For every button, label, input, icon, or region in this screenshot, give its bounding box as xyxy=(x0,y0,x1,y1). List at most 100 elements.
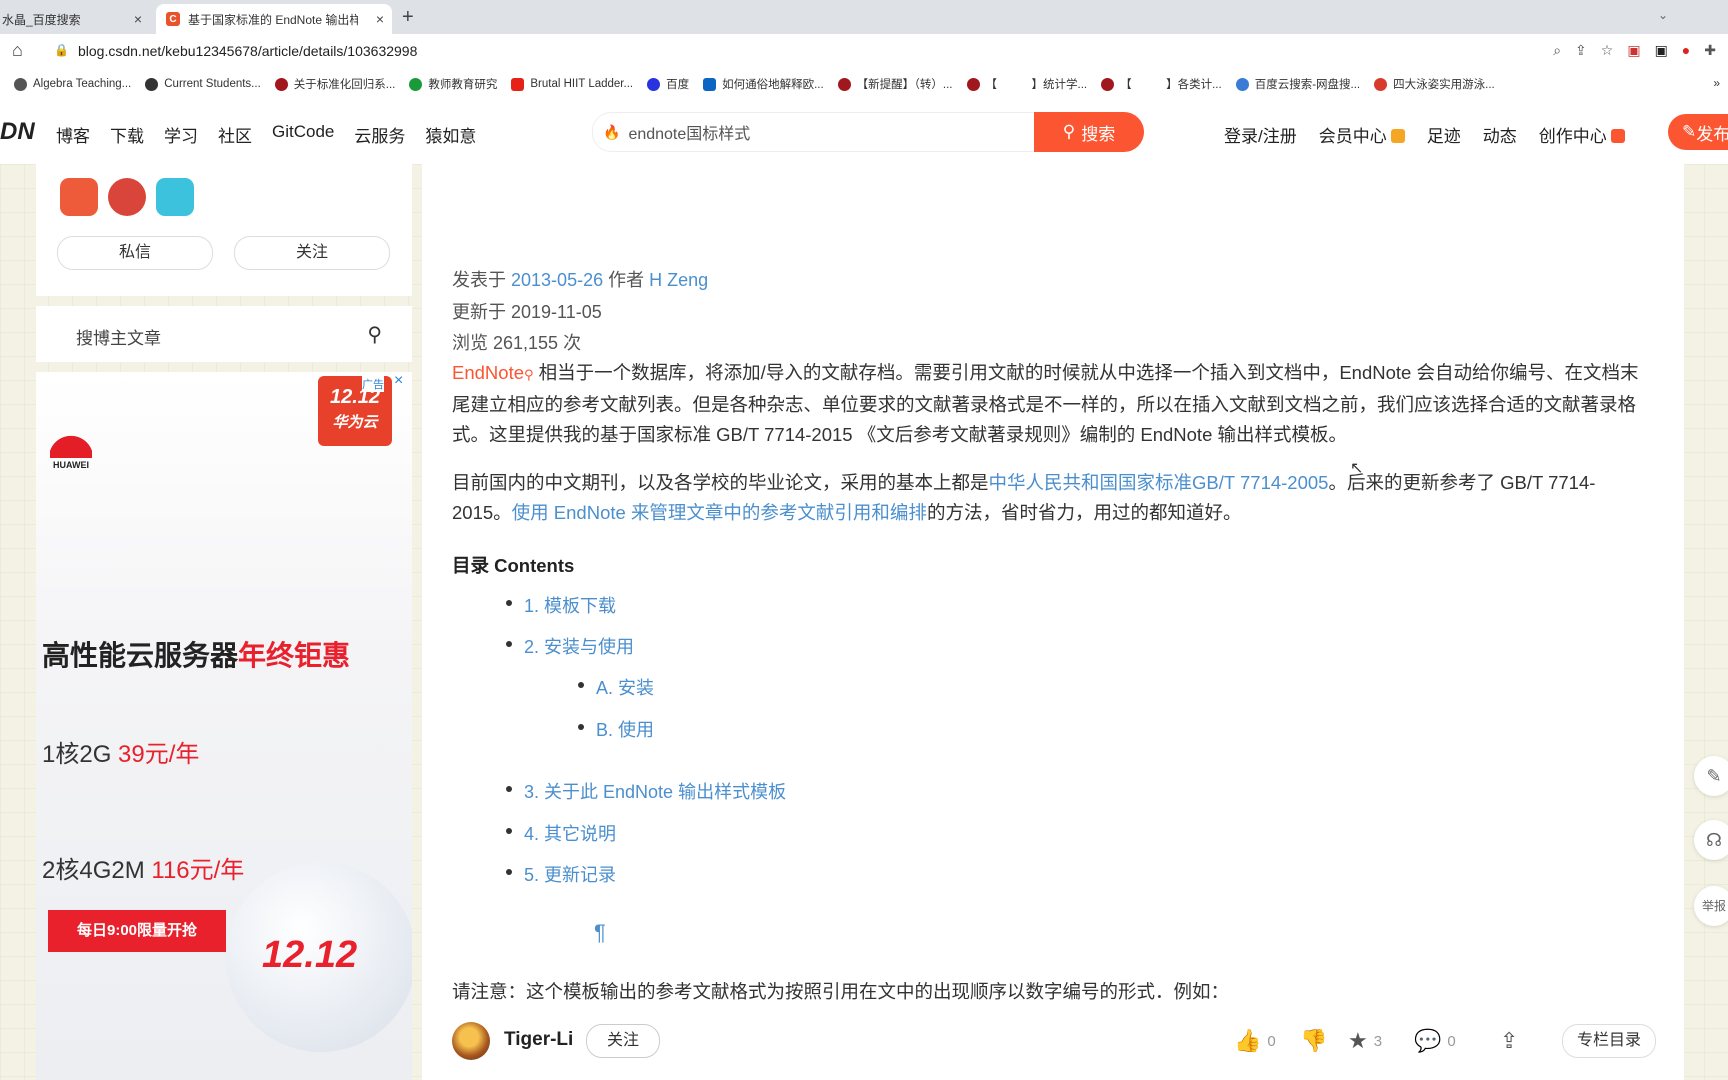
bookmark-item[interactable]: Current Students... xyxy=(145,77,261,91)
ad-cta-button[interactable]: 每日9:00限量开抢 xyxy=(48,910,226,952)
toc-item[interactable]: 2. 安装与使用 xyxy=(505,633,634,659)
nav-item-download[interactable]: 下载 xyxy=(110,122,144,166)
article-content xyxy=(422,164,1684,1080)
anchor-link[interactable]: ¶ xyxy=(594,920,606,946)
toc-item[interactable]: 1. 模板下载 xyxy=(505,592,616,618)
lock-icon[interactable]: 🔒 xyxy=(54,43,69,57)
nav-item-yuanruyi[interactable]: 猿如意 xyxy=(425,122,476,166)
gbt-2005-link[interactable]: 中华人民共和国国家标准GB/T 7714-2005 xyxy=(989,472,1329,493)
bookmark-item[interactable]: 如何通俗地解释欧... xyxy=(703,76,824,92)
more-bookmarks-button[interactable]: » xyxy=(1713,76,1720,90)
share-icon: ⇪ xyxy=(1500,1028,1519,1053)
nav-item-learn[interactable]: 学习 xyxy=(164,122,198,166)
bookmark-icon xyxy=(1374,77,1388,91)
star-icon: ★ xyxy=(1348,1028,1368,1053)
extension-icon[interactable]: ▣ xyxy=(1655,42,1668,59)
bookmark-item[interactable]: 教师教育研究 xyxy=(409,76,497,92)
message-button[interactable]: 私信 xyxy=(57,236,213,270)
background-paragraph: 目前国内的中文期刊，以及各学校的毕业论文，采用的基本上都是中华人民共和国国家标准… xyxy=(452,472,1596,523)
mouse-cursor: ↖ xyxy=(1350,460,1364,477)
author-name[interactable]: Tiger-Li xyxy=(504,1029,573,1051)
comment-icon: 💬 xyxy=(1414,1028,1442,1053)
publish-info: 发表于 2013-05-26 作者 H Zeng xyxy=(452,270,709,290)
nav-item-blog[interactable]: 博客 xyxy=(56,122,90,166)
author-link[interactable]: H Zeng xyxy=(649,270,708,290)
bookmark-item[interactable]: 百度 xyxy=(647,76,689,92)
home-icon[interactable]: ⌂ xyxy=(12,40,23,61)
bookmark-item[interactable]: 百度云搜索-网盘搜... xyxy=(1235,76,1360,92)
bookmark-item[interactable]: 【 】统计学... xyxy=(966,76,1087,92)
nav-item-cloud[interactable]: 云服务 xyxy=(354,122,405,166)
bookmark-item[interactable]: 【 】各类计... xyxy=(1101,76,1222,92)
bookmark-icon xyxy=(837,77,851,91)
follow-button[interactable]: 关注 xyxy=(234,236,390,270)
chevron-down-icon[interactable]: ⌄ xyxy=(1658,8,1668,22)
login-link[interactable]: 登录/注册 xyxy=(1224,122,1297,147)
vip-center-link[interactable]: 会员中心 xyxy=(1319,122,1405,147)
bookmark-icon xyxy=(274,77,288,91)
tab-endnote-article[interactable]: C 基于国家标准的 EndNote 输出样式 × xyxy=(156,4,392,34)
close-icon[interactable]: × xyxy=(134,11,142,27)
search-query: endnote国标样式 xyxy=(628,126,751,143)
tab-title: 水晶_百度搜索 xyxy=(2,12,81,27)
extension-icon[interactable]: ▣ xyxy=(1627,42,1640,59)
blogger-search[interactable]: 搜博主文章 ⚲ xyxy=(36,306,412,362)
bookmark-item[interactable]: 关于标准化回归系... xyxy=(274,76,395,92)
tab-baidu-search[interactable]: 水晶_百度搜索 × xyxy=(0,4,150,34)
ad-offer: 2核4G2M 116元/年 xyxy=(42,857,245,884)
search-input[interactable]: 🔥 endnote国标样式 xyxy=(592,112,1036,152)
gift-icon xyxy=(1390,129,1405,143)
ad-offer: 1核2G 39元/年 xyxy=(42,741,200,768)
publish-button[interactable]: ✎ 发布 xyxy=(1668,114,1728,150)
column-toc-button[interactable]: 专栏目录 xyxy=(1562,1024,1656,1058)
csdn-logo[interactable]: DN xyxy=(0,118,35,146)
new-tab-button[interactable]: + xyxy=(402,6,414,29)
dislike-button[interactable]: 👎 xyxy=(1300,1028,1327,1054)
bookmark-item[interactable]: Brutal HIIT Ladder... xyxy=(511,77,633,91)
favorite-button[interactable]: ★ 3 xyxy=(1348,1028,1382,1054)
ad-headline: 高性能云服务器年终钜惠 xyxy=(42,640,351,671)
bookmark-item[interactable]: Algebra Teaching... xyxy=(14,77,131,91)
endnote-usage-link[interactable]: 使用 EndNote 来管理文章中的参考文献引用和编排 xyxy=(512,502,927,523)
comment-button[interactable]: 💬 0 xyxy=(1414,1028,1456,1054)
headset-icon[interactable]: ☊ xyxy=(1694,820,1728,860)
thumbs-up-icon: 👍 xyxy=(1234,1028,1262,1053)
toc-heading: 目录 Contents xyxy=(452,555,575,576)
toc-item[interactable]: 3. 关于此 EndNote 输出样式模板 xyxy=(505,778,786,804)
thumbs-down-icon: 👎 xyxy=(1300,1028,1328,1053)
report-button[interactable]: 举报 xyxy=(1694,886,1728,926)
creation-center-link[interactable]: 创作中心 xyxy=(1539,122,1625,147)
close-icon[interactable]: × xyxy=(376,11,384,27)
edit-icon[interactable]: ✎ xyxy=(1694,756,1728,796)
share-icon[interactable]: ⇪ xyxy=(1575,42,1587,59)
record-icon[interactable]: ● xyxy=(1682,42,1690,59)
keyword-link[interactable]: EndNote⚲ xyxy=(452,362,534,383)
nav-item-community[interactable]: 社区 xyxy=(218,122,252,166)
toc-item[interactable]: B. 使用 xyxy=(577,716,654,742)
close-ad-icon[interactable]: × xyxy=(394,372,403,390)
nav-item-gitcode[interactable]: GitCode xyxy=(272,122,334,166)
share-button[interactable]: ⇪ xyxy=(1500,1028,1518,1054)
search-button[interactable]: ⚲ 搜索 xyxy=(1034,112,1144,152)
follow-author-button[interactable]: 关注 xyxy=(586,1024,660,1058)
search-input[interactable]: 搜博主文章 xyxy=(76,324,161,349)
bookmark-item[interactable]: 四大泳姿实用游泳... xyxy=(1374,76,1495,92)
toc-item[interactable]: A. 安装 xyxy=(577,674,654,700)
toc-item[interactable]: 5. 更新记录 xyxy=(505,861,616,887)
zoom-icon[interactable]: ⌕ xyxy=(1553,42,1561,59)
bookmark-icon xyxy=(14,77,27,91)
activity-link[interactable]: 动态 xyxy=(1483,122,1517,147)
star-icon[interactable]: ☆ xyxy=(1601,42,1614,59)
url-field[interactable]: blog.csdn.net/kebu12345678/article/detai… xyxy=(78,43,417,59)
toc-item[interactable]: 4. 其它说明 xyxy=(505,820,616,846)
baidu-icon xyxy=(647,77,661,91)
huawei-logo: HUAWEI xyxy=(46,428,96,470)
like-button[interactable]: 👍 0 xyxy=(1234,1028,1276,1054)
footprint-link[interactable]: 足迹 xyxy=(1427,122,1461,147)
bookmark-item[interactable]: 【新提醒】（转）... xyxy=(837,76,953,92)
publish-date-link[interactable]: 2013-05-26 xyxy=(511,270,603,290)
avatar[interactable] xyxy=(452,1022,490,1060)
puzzle-icon[interactable]: ✚ xyxy=(1704,42,1716,59)
advertisement[interactable]: HUAWEI 12.12 华为云 广告 × 高性能云服务器年终钜惠 1核2G 3… xyxy=(36,372,412,1080)
search-icon[interactable]: ⚲ xyxy=(367,322,382,347)
